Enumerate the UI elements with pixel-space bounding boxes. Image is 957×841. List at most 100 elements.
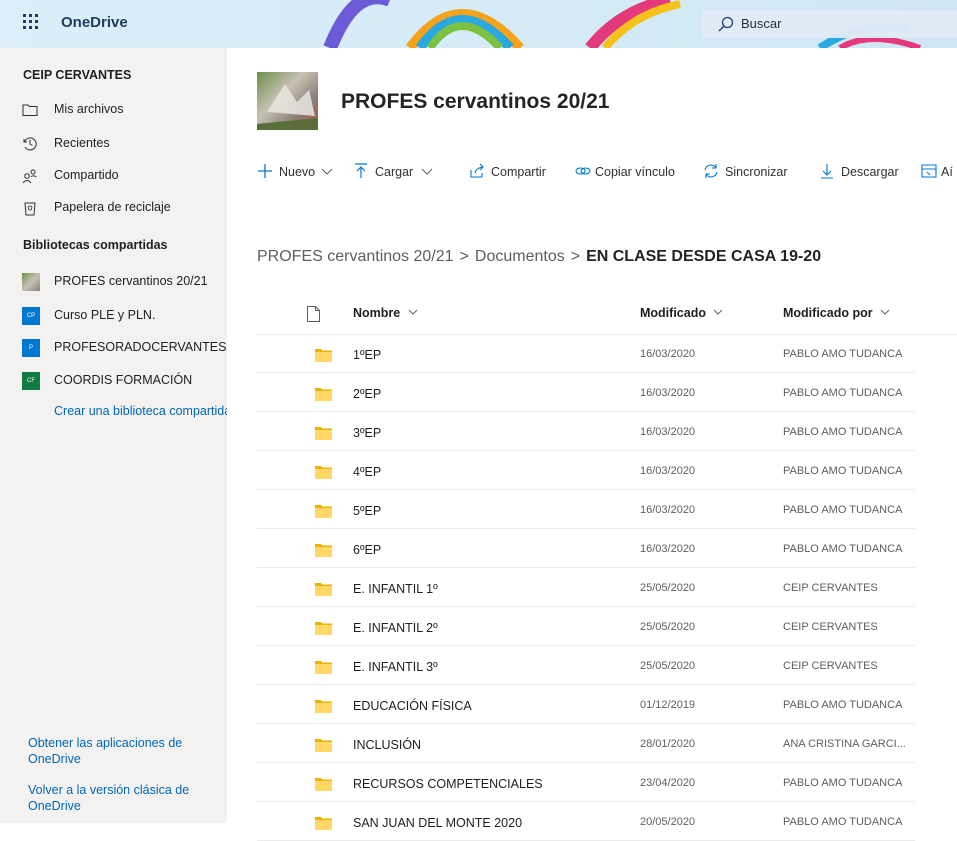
chevron-down-icon — [880, 309, 890, 315]
row-name[interactable]: E. INFANTIL 3º — [353, 660, 438, 674]
row-modified: 16/03/2020 — [640, 387, 696, 399]
site-logo — [257, 72, 318, 130]
row-name[interactable]: 6ºEP — [353, 543, 381, 557]
folder-icon — [315, 661, 332, 674]
row-modified-by[interactable]: PABLO AMO TUDANCA — [783, 699, 902, 711]
row-modified: 01/12/2019 — [640, 699, 696, 711]
row-modified: 25/05/2020 — [640, 582, 696, 594]
nav-label: Recientes — [54, 136, 110, 150]
folder-icon — [315, 778, 332, 791]
folder-icon — [315, 583, 332, 596]
table-row[interactable]: 3ºEP 16/03/2020 PABLO AMO TUDANCA — [257, 412, 915, 451]
folder-icon — [315, 544, 332, 557]
site-title: PROFES cervantinos 20/21 — [341, 90, 610, 113]
table-row[interactable]: SAN JUAN DEL MONTE 2020 20/05/2020 PABLO A… — [257, 802, 915, 841]
app-name[interactable]: OneDrive — [61, 14, 128, 31]
row-modified: 16/03/2020 — [640, 426, 696, 438]
table-row[interactable]: 6ºEP 16/03/2020 PABLO AMO TUDANCA — [257, 529, 915, 568]
row-name[interactable]: E. INFANTIL 1º — [353, 582, 438, 596]
row-name[interactable]: 1ºEP — [353, 348, 381, 362]
table-row[interactable]: EDUCACIÓN FÍSICA 01/12/2019 PABLO AMO TUDA… — [257, 685, 915, 724]
table-row[interactable]: 1ºEP 16/03/2020 PABLO AMO TUDANCA — [257, 334, 915, 373]
sync-icon — [704, 164, 718, 178]
add-shortcut-label: Aí — [941, 165, 953, 179]
table-row[interactable]: E. INFANTIL 1º 25/05/2020 CEIP CERVANTES — [257, 568, 915, 607]
app-launcher-icon[interactable] — [23, 14, 41, 32]
table-row[interactable]: INCLUSIÓN 28/01/2020 ANA CRISTINA GARCI... — [257, 724, 915, 763]
library-tile: CP — [22, 307, 40, 325]
table-row[interactable]: RECURSOS COMPETENCIALES 23/04/2020 PABLO A… — [257, 763, 915, 802]
row-name[interactable]: 4ºEP — [353, 465, 381, 479]
library-label: Curso PLE y PLN. — [54, 308, 156, 322]
column-modified[interactable]: Modificado — [640, 306, 723, 320]
library-label: PROFESORADOCERVANTES — [54, 340, 227, 354]
breadcrumb-site[interactable]: PROFES cervantinos 20/21 — [257, 248, 454, 265]
library-curso-ple[interactable]: CP Curso PLE y PLN. — [0, 300, 227, 330]
library-profesorado[interactable]: P PROFESORADOCERVANTES — [0, 332, 227, 362]
row-name[interactable]: E. INFANTIL 2º — [353, 621, 438, 635]
row-modified-by[interactable]: PABLO AMO TUDANCA — [783, 465, 902, 477]
chevron-down-icon — [321, 168, 333, 175]
site-logo-image — [257, 84, 318, 130]
breadcrumb-separator-icon: > — [459, 248, 469, 265]
column-modified-by[interactable]: Modificado por — [783, 306, 890, 320]
table-row[interactable]: 5ºEP 16/03/2020 PABLO AMO TUDANCA — [257, 490, 915, 529]
recycle-bin-icon — [24, 202, 36, 216]
table-row[interactable]: 2ºEP 16/03/2020 PABLO AMO TUDANCA — [257, 373, 915, 412]
row-modified-by[interactable]: PABLO AMO TUDANCA — [783, 387, 902, 399]
row-name[interactable]: SAN JUAN DEL MONTE 2020 — [353, 816, 522, 830]
folder-icon — [315, 349, 332, 362]
upload-label: Cargar — [375, 165, 414, 179]
library-tile: P — [22, 339, 40, 357]
row-modified-by[interactable]: PABLO AMO TUDANCA — [783, 543, 902, 555]
column-name-label: Nombre — [353, 306, 401, 320]
row-modified: 20/05/2020 — [640, 816, 696, 828]
row-modified-by[interactable]: ANA CRISTINA GARCI... — [783, 738, 906, 750]
search-box[interactable]: Buscar — [702, 10, 957, 38]
row-modified-by[interactable]: PABLO AMO TUDANCA — [783, 777, 902, 789]
row-name[interactable]: 2ºEP — [353, 387, 381, 401]
row-modified-by[interactable]: CEIP CERVANTES — [783, 621, 878, 633]
row-name[interactable]: 3ºEP — [353, 426, 381, 440]
row-name[interactable]: RECURSOS COMPETENCIALES — [353, 777, 543, 791]
row-modified-by[interactable]: PABLO AMO TUDANCA — [783, 426, 902, 438]
folder-icon — [315, 466, 332, 479]
breadcrumb-documents[interactable]: Documentos — [475, 248, 565, 265]
get-apps-link[interactable]: Obtener las aplicaciones de OneDrive — [28, 735, 208, 767]
library-profes-cervantinos[interactable]: PROFES cervantinos 20/21 — [0, 266, 227, 296]
row-modified: 16/03/2020 — [640, 348, 696, 360]
nav-recent[interactable]: Recientes — [0, 128, 227, 158]
row-modified-by[interactable]: PABLO AMO TUDANCA — [783, 504, 902, 516]
library-coordis[interactable]: CF COORDIS FORMACIÓN — [0, 365, 227, 395]
folder-icon — [315, 388, 332, 401]
search-placeholder: Buscar — [741, 16, 782, 31]
plus-icon — [258, 164, 272, 178]
library-thumbnail — [22, 273, 40, 291]
nav-my-files[interactable]: Mis archivos — [0, 94, 227, 124]
nav-shared[interactable]: Compartido — [0, 160, 227, 190]
clock-icon — [23, 137, 37, 151]
row-modified-by[interactable]: CEIP CERVANTES — [783, 582, 878, 594]
table-row[interactable]: E. INFANTIL 3º 25/05/2020 CEIP CERVANTES — [257, 646, 915, 685]
nav-label: Mis archivos — [54, 102, 124, 116]
row-name[interactable]: EDUCACIÓN FÍSICA — [353, 699, 472, 713]
folder-icon — [315, 505, 332, 518]
row-modified-by[interactable]: CEIP CERVANTES — [783, 660, 878, 672]
share-label: Compartir — [491, 165, 546, 179]
row-modified: 16/03/2020 — [640, 465, 696, 477]
row-modified: 16/03/2020 — [640, 504, 696, 516]
chevron-down-icon — [421, 168, 433, 175]
create-library-link[interactable]: Crear una biblioteca compartida — [54, 404, 227, 418]
nav-recycle-bin[interactable]: Papelera de reciclaje — [0, 192, 227, 222]
table-header: Nombre Modificado Modificado por — [257, 294, 957, 335]
file-type-icon[interactable] — [307, 306, 320, 322]
row-modified-by[interactable]: PABLO AMO TUDANCA — [783, 348, 902, 360]
org-name: CEIP CERVANTES — [23, 68, 132, 82]
table-row[interactable]: E. INFANTIL 2º 25/05/2020 CEIP CERVANTES — [257, 607, 915, 646]
classic-view-link[interactable]: Volver a la versión clásica de OneDrive — [28, 782, 208, 814]
row-name[interactable]: INCLUSIÓN — [353, 738, 421, 752]
column-name[interactable]: Nombre — [353, 306, 418, 320]
row-name[interactable]: 5ºEP — [353, 504, 381, 518]
row-modified-by[interactable]: PABLO AMO TUDANCA — [783, 816, 902, 828]
table-row[interactable]: 4ºEP 16/03/2020 PABLO AMO TUDANCA — [257, 451, 915, 490]
